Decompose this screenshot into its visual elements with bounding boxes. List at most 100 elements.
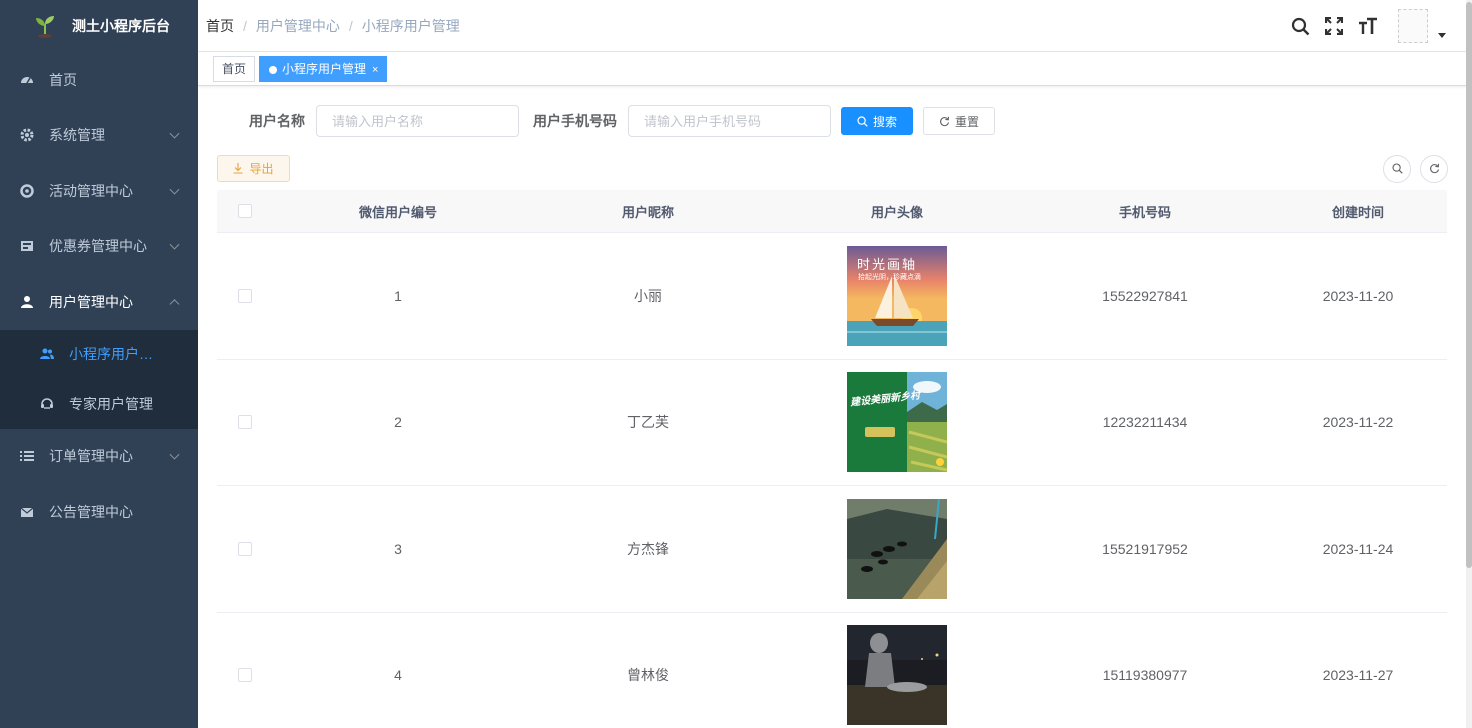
sidebar-item-miniprogram-users[interactable]: 小程序用户…	[0, 330, 198, 380]
table-row[interactable]: 4 曾林俊 15119380977 2023-11-27	[217, 613, 1447, 728]
list-icon	[20, 449, 34, 463]
avatar-cell: 建设美丽新乡村	[773, 372, 1021, 473]
row-select-cell	[217, 415, 273, 430]
header-user-id: 微信用户编号	[358, 204, 437, 220]
select-all-checkbox[interactable]	[238, 204, 252, 218]
download-icon	[233, 163, 243, 174]
breadcrumb-current: 小程序用户管理	[361, 17, 460, 34]
font-size-icon[interactable]	[1358, 16, 1378, 36]
sidebar-item-activity[interactable]: 活动管理中心	[0, 163, 198, 219]
phone-cell: 15521917952	[1102, 540, 1188, 557]
user-id-cell: 3	[394, 540, 402, 557]
row-checkbox[interactable]	[238, 541, 252, 556]
breadcrumb-user-center[interactable]: 用户管理中心	[256, 16, 340, 36]
fullscreen-icon[interactable]	[1324, 16, 1344, 36]
avatar-image[interactable]	[847, 498, 947, 599]
chevron-down-icon	[169, 184, 180, 195]
sidebar-item-label: 首页	[49, 71, 77, 88]
avatar[interactable]	[1398, 9, 1428, 43]
sidebar-subitem-label: 小程序用户…	[69, 346, 153, 363]
row-checkbox[interactable]	[238, 288, 252, 303]
sidebar-subitem-label: 专家用户管理	[69, 395, 153, 412]
sidebar-item-label: 公告管理中心	[49, 503, 133, 520]
reset-button-label: 重置	[954, 114, 979, 129]
tag-miniprogram-users[interactable]: 小程序用户管理 ×	[259, 56, 388, 82]
expert-icon	[40, 397, 54, 411]
coupon-icon	[20, 239, 34, 253]
close-icon[interactable]: ×	[372, 64, 378, 76]
navbar: 首页 / 用户管理中心 / 小程序用户管理	[198, 0, 1466, 52]
tag-home[interactable]: 首页	[213, 56, 256, 82]
table-row[interactable]: 3 方杰锋 15521917952 2023-11-24	[217, 486, 1447, 613]
breadcrumb-home[interactable]: 首页	[206, 16, 234, 36]
page-scrollbar[interactable]	[1466, 0, 1472, 728]
table-row[interactable]: 1 小丽 时光画轴 拾起光阴，珍藏点滴 15522927841 2023-11-…	[217, 233, 1447, 360]
search-icon[interactable]	[1290, 16, 1310, 36]
row-checkbox[interactable]	[238, 668, 252, 683]
sprout-logo-icon	[36, 16, 54, 38]
search-icon	[857, 115, 868, 127]
sidebar-item-system[interactable]: 系统管理	[0, 108, 198, 164]
night-statue-image	[847, 625, 947, 726]
avatar-cell	[773, 498, 1021, 599]
chevron-down-icon	[169, 449, 180, 460]
users-icon	[40, 347, 54, 361]
reset-button[interactable]: 重置	[923, 107, 995, 135]
toggle-search-button[interactable]	[1383, 155, 1411, 183]
user-id-cell: 2	[394, 414, 402, 431]
phone-input[interactable]	[628, 105, 831, 137]
username-input[interactable]	[316, 105, 519, 137]
sidebar-item-label: 活动管理中心	[49, 182, 133, 199]
app-title: 测土小程序后台	[72, 18, 170, 34]
row-checkbox[interactable]	[238, 415, 252, 430]
avatar-subtitle-text: 拾起光阴，珍藏点滴	[858, 273, 921, 281]
sidebar-item-expert-users[interactable]: 专家用户管理	[0, 379, 198, 429]
breadcrumb: 首页 / 用户管理中心 / 小程序用户管理	[198, 16, 460, 36]
caret-down-icon[interactable]	[1438, 32, 1446, 38]
logo[interactable]: 测土小程序后台	[0, 0, 198, 52]
mail-icon	[20, 505, 34, 519]
sidebar-item-label: 订单管理中心	[49, 448, 133, 465]
refresh-icon	[939, 116, 950, 127]
nickname-cell: 曾林俊	[627, 667, 669, 684]
nickname-cell: 丁乙芙	[627, 414, 669, 431]
header-avatar: 用户头像	[870, 204, 923, 220]
avatar-image[interactable]: 建设美丽新乡村	[847, 372, 947, 473]
header-nickname: 用户昵称	[621, 204, 674, 220]
search-button-label: 搜索	[872, 114, 897, 129]
header-actions	[1276, 0, 1446, 52]
refresh-table-button[interactable]	[1420, 155, 1448, 183]
sidebar-item-home[interactable]: 首页	[0, 52, 198, 108]
chevron-up-icon	[169, 298, 180, 309]
user-table: 微信用户编号 用户昵称 用户头像 手机号码 创建时间 1 小丽 时光画轴 拾起光…	[217, 190, 1447, 728]
village-poster-image	[847, 372, 947, 473]
row-select-cell	[217, 541, 273, 556]
sidebar-item-user-center[interactable]: 用户管理中心	[0, 274, 198, 330]
sidebar-item-orders[interactable]: 订单管理中心	[0, 429, 198, 485]
sidebar-item-label: 优惠券管理中心	[49, 238, 147, 255]
created-cell: 2023-11-27	[1322, 667, 1394, 684]
gear-icon	[20, 128, 34, 142]
sidebar-item-notice[interactable]: 公告管理中心	[0, 484, 198, 540]
sidebar: 测土小程序后台 首页 系统管理 活动管理中心 优惠券管理中心 用户管理中心 小程…	[0, 0, 198, 728]
nickname-cell: 方杰锋	[627, 540, 669, 557]
scrollbar-thumb[interactable]	[1466, 2, 1472, 568]
avatar-image[interactable]: 时光画轴 拾起光阴，珍藏点滴	[847, 245, 947, 346]
activity-icon	[20, 184, 34, 198]
header-created: 创建时间	[1331, 204, 1384, 220]
export-button[interactable]: 导出	[217, 155, 290, 182]
chevron-down-icon	[169, 128, 180, 139]
avatar-title-text: 时光画轴	[857, 257, 918, 273]
user-icon	[20, 295, 34, 309]
row-select-cell	[217, 288, 273, 303]
avatar-cell: 时光画轴 拾起光阴，珍藏点滴	[773, 245, 1021, 346]
avatar-cell	[773, 625, 1021, 726]
sidebar-item-label: 系统管理	[49, 127, 105, 144]
search-button[interactable]: 搜索	[841, 107, 913, 135]
table-row[interactable]: 2 丁乙芙 建设美丽新乡村 12232211434 2023-11-22	[217, 360, 1447, 486]
row-select-cell	[217, 668, 273, 683]
avatar-image[interactable]	[847, 625, 947, 726]
refresh-icon	[1429, 161, 1440, 177]
breadcrumb-separator: /	[348, 17, 353, 34]
sidebar-item-coupon[interactable]: 优惠券管理中心	[0, 219, 198, 275]
